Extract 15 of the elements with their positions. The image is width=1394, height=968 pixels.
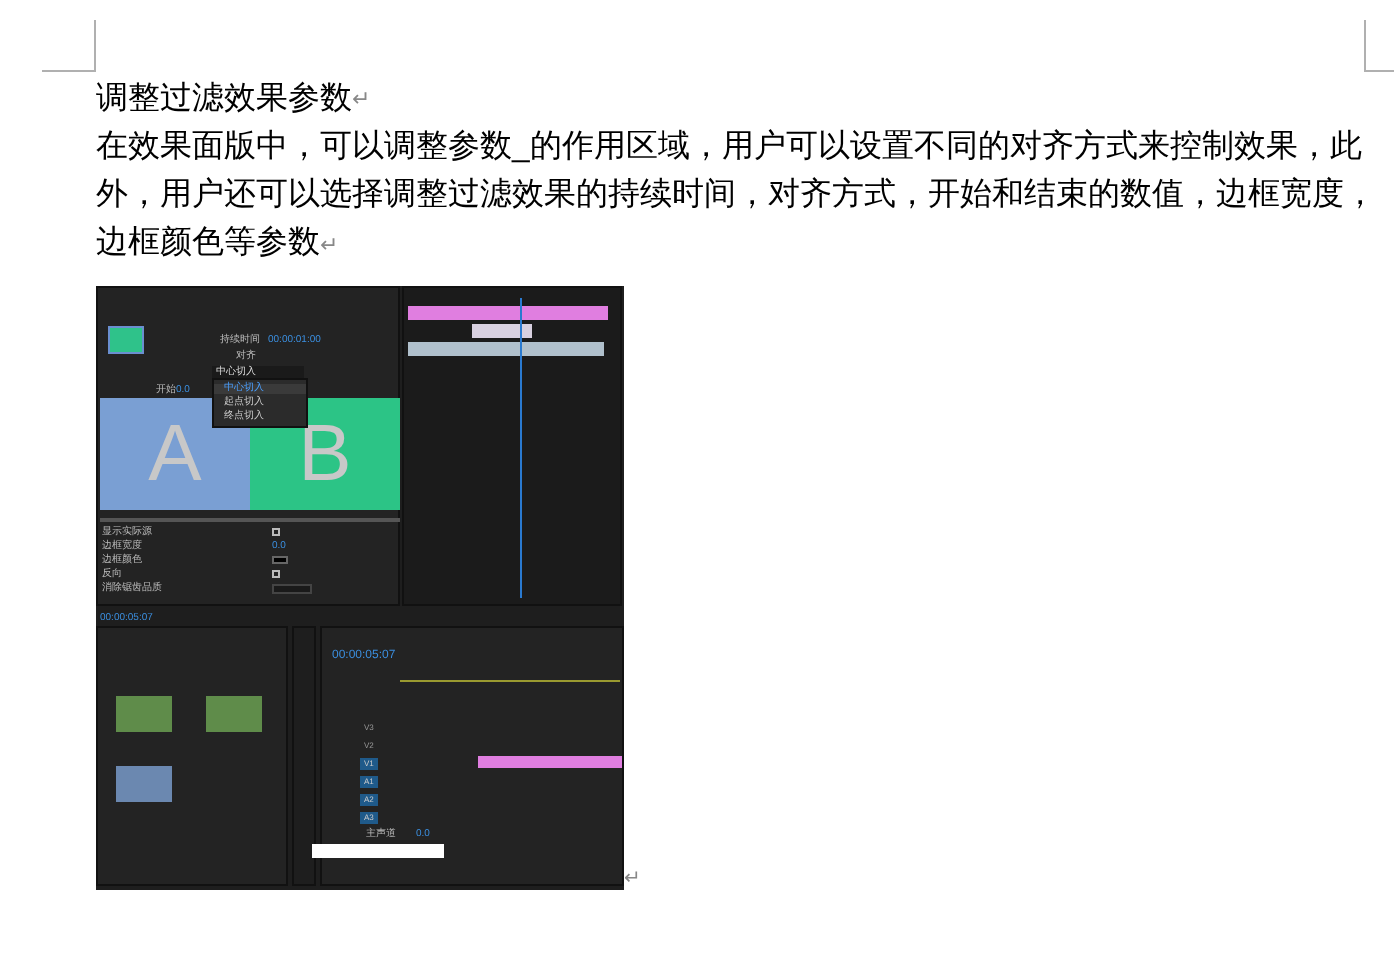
transition-bar bbox=[472, 324, 532, 338]
photo-placeholder bbox=[116, 696, 172, 732]
photo-placeholder bbox=[116, 766, 172, 802]
heading: 调整过滤效果参数 bbox=[96, 79, 352, 120]
paragraph-text: 在效果面版中，可以调整参数_的作用区域，用户可以设置不同的对齐方式来控制效果，此外，用户还可以选择调整过滤效果的持续时间，对齐方式，开始和结束的数值，边框宽度，边框颜色等参数↵ bbox=[96, 127, 1378, 264]
color-swatch[interactable] bbox=[272, 556, 288, 564]
crop-mark bbox=[42, 20, 96, 72]
paragraph-mark: ↵ bbox=[352, 86, 370, 116]
checkbox[interactable] bbox=[272, 528, 280, 536]
toolbar bbox=[312, 844, 444, 858]
transition-thumbnail bbox=[108, 326, 144, 354]
crop-mark bbox=[1364, 20, 1394, 72]
checkbox[interactable] bbox=[272, 570, 280, 578]
paragraph-mark: ↵ bbox=[624, 870, 640, 890]
photo-placeholder bbox=[206, 696, 262, 732]
